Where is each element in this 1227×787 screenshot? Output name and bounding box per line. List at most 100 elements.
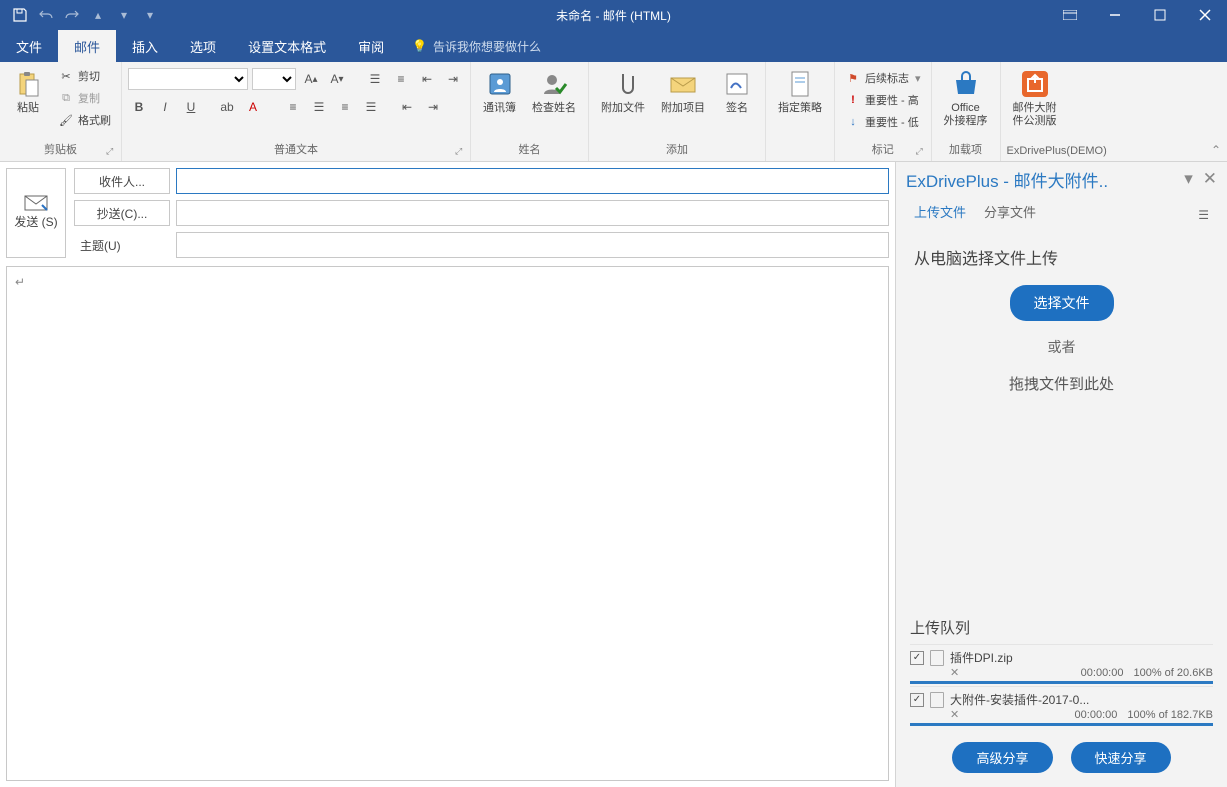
office-addins-button[interactable]: Office 外接程序 [938, 66, 994, 130]
font-size-select[interactable] [252, 68, 296, 90]
tab-file[interactable]: 文件 [0, 30, 58, 62]
signature-button[interactable]: 签名 [715, 66, 759, 117]
undo-icon[interactable] [34, 3, 58, 27]
ribbon-group-policy: 指定策略 [766, 62, 835, 161]
ribbon-group-font: A▴ A▾ ☰ ≡ ⇤ ⇥ B I U ab A ≡ ☰ ≡ ☰ [122, 62, 471, 161]
chevron-down-icon[interactable]: ▾ [112, 3, 136, 27]
select-file-button[interactable]: 选择文件 [1010, 285, 1114, 321]
panel-close-icon[interactable]: ✕ [1203, 169, 1217, 189]
justify-icon[interactable]: ☰ [360, 96, 382, 118]
exdrive-button[interactable]: 邮件大附 件公测版 [1007, 66, 1063, 130]
panel-tabs: 上传文件 分享文件 ☰ [896, 196, 1227, 227]
exdrive-icon [1019, 68, 1051, 100]
ribbon-group-include: 附加文件 附加项目 签名 添加 [589, 62, 766, 161]
dialog-launcher-icon[interactable]: ⤢ [106, 146, 118, 158]
attach-file-button[interactable]: 附加文件 [595, 66, 651, 117]
highlight-icon[interactable]: ab [216, 96, 238, 118]
to-input[interactable] [176, 168, 889, 194]
bullets-icon[interactable]: ☰ [364, 68, 386, 90]
send-button[interactable]: 发送 (S) [6, 168, 66, 258]
list-item: ✓ 插件DPI.zip ✕ 00:00:00 100% of 20.6KB [910, 644, 1213, 686]
tab-format[interactable]: 设置文本格式 [232, 30, 342, 62]
close-icon[interactable] [1182, 0, 1227, 30]
maximize-icon[interactable] [1137, 0, 1182, 30]
cut-button[interactable]: ✂剪切 [54, 66, 115, 86]
file-icon [930, 650, 944, 666]
upload-area: 从电脑选择文件上传 选择文件 或者 拖拽文件到此处 [896, 227, 1227, 412]
upload-queue: 上传队列 ✓ 插件DPI.zip ✕ 00:00:00 100% of 20.6… [896, 607, 1227, 728]
check-names-icon [538, 68, 570, 100]
hamburger-icon[interactable]: ☰ [1198, 208, 1209, 222]
cc-button[interactable]: 抄送(C)... [74, 200, 170, 226]
list-item: ✓ 大附件-安装插件-2017-0... ✕ 00:00:00 100% of … [910, 686, 1213, 728]
tab-options[interactable]: 选项 [174, 30, 232, 62]
upload-time: 00:00:00 [1075, 709, 1118, 721]
file-name: 大附件-安装插件-2017-0... [950, 691, 1089, 708]
italic-icon[interactable]: I [154, 96, 176, 118]
store-icon [950, 68, 982, 100]
attach-item-button[interactable]: 附加项目 [655, 66, 711, 117]
align-center-icon[interactable]: ☰ [308, 96, 330, 118]
decrease-indent-icon[interactable]: ⇤ [396, 96, 418, 118]
tab-mail[interactable]: 邮件 [58, 30, 116, 62]
font-color-icon[interactable]: A [242, 96, 264, 118]
quick-share-button[interactable]: 快速分享 [1071, 742, 1171, 773]
cc-input[interactable] [176, 200, 889, 226]
quick-access-toolbar: ▴ ▾ ▾ [0, 3, 162, 27]
upload-progress: 100% of 20.6KB [1133, 667, 1213, 679]
numbering-icon[interactable]: ≡ [390, 68, 412, 90]
panel-dropdown-icon[interactable]: ▾ [1184, 169, 1193, 189]
save-icon[interactable] [8, 3, 32, 27]
tell-me-search[interactable]: 💡 告诉我你想要做什么 [400, 30, 541, 62]
ribbon-group-addins: Office 外接程序 加载项 [932, 62, 1001, 161]
message-editor: 发送 (S) 收件人... 抄送(C)... 主题(U) ↵ [0, 162, 895, 787]
bold-icon[interactable]: B [128, 96, 150, 118]
or-text: 或者 [1048, 337, 1076, 357]
copy-button[interactable]: ⧉复制 [54, 88, 115, 108]
to-button[interactable]: 收件人... [74, 168, 170, 194]
redo-icon[interactable] [60, 3, 84, 27]
dialog-launcher-icon[interactable]: ⤢ [455, 146, 467, 158]
upload-time: 00:00:00 [1081, 667, 1124, 679]
copy-icon: ⧉ [58, 90, 74, 106]
tab-upload[interactable]: 上传文件 [914, 202, 966, 227]
tab-share[interactable]: 分享文件 [984, 202, 1036, 227]
qat-customize-icon[interactable]: ▾ [138, 3, 162, 27]
indent-icon[interactable]: ⇥ [442, 68, 464, 90]
queue-heading: 上传队列 [910, 617, 1213, 638]
ribbon-display-icon[interactable] [1047, 0, 1092, 30]
paste-icon [12, 68, 44, 100]
dialog-launcher-icon[interactable]: ⤢ [916, 146, 928, 158]
remove-item-icon[interactable]: ✕ [950, 708, 959, 721]
check-names-button[interactable]: 检查姓名 [526, 66, 582, 117]
minimize-icon[interactable] [1092, 0, 1137, 30]
message-body[interactable]: ↵ [6, 266, 889, 781]
font-family-select[interactable] [128, 68, 248, 90]
panel-title-bar: ExDrivePlus - 邮件大附件.. ▾ ✕ [896, 162, 1227, 196]
underline-icon[interactable]: U [180, 96, 202, 118]
increase-indent-icon[interactable]: ⇥ [422, 96, 444, 118]
importance-high-button[interactable]: !重要性 - 高 [841, 90, 925, 110]
shrink-font-icon[interactable]: A▾ [326, 68, 348, 90]
align-right-icon[interactable]: ≡ [334, 96, 356, 118]
followup-button[interactable]: ⚑后续标志▾ [841, 68, 925, 88]
assign-policy-button[interactable]: 指定策略 [772, 66, 828, 117]
remove-item-icon[interactable]: ✕ [950, 666, 959, 679]
outdent-icon[interactable]: ⇤ [416, 68, 438, 90]
collapse-ribbon-icon[interactable]: ⌃ [1211, 143, 1221, 157]
address-book-button[interactable]: 通讯簿 [477, 66, 522, 117]
grow-font-icon[interactable]: A▴ [300, 68, 322, 90]
subject-input[interactable] [176, 232, 889, 258]
chevron-up-icon[interactable]: ▴ [86, 3, 110, 27]
ribbon: 粘贴 ✂剪切 ⧉复制 🖌格式刷 剪贴板 ⤢ A▴ A▾ ☰ ≡ ⇤ ⇥ [0, 62, 1227, 162]
paste-button[interactable]: 粘贴 [6, 66, 50, 117]
importance-low-button[interactable]: ↓重要性 - 低 [841, 112, 925, 132]
tab-insert[interactable]: 插入 [116, 30, 174, 62]
checkbox[interactable]: ✓ [910, 651, 924, 665]
align-left-icon[interactable]: ≡ [282, 96, 304, 118]
importance-low-icon: ↓ [845, 114, 861, 130]
advanced-share-button[interactable]: 高级分享 [952, 742, 1052, 773]
format-painter-button[interactable]: 🖌格式刷 [54, 110, 115, 130]
tab-review[interactable]: 审阅 [342, 30, 400, 62]
checkbox[interactable]: ✓ [910, 693, 924, 707]
